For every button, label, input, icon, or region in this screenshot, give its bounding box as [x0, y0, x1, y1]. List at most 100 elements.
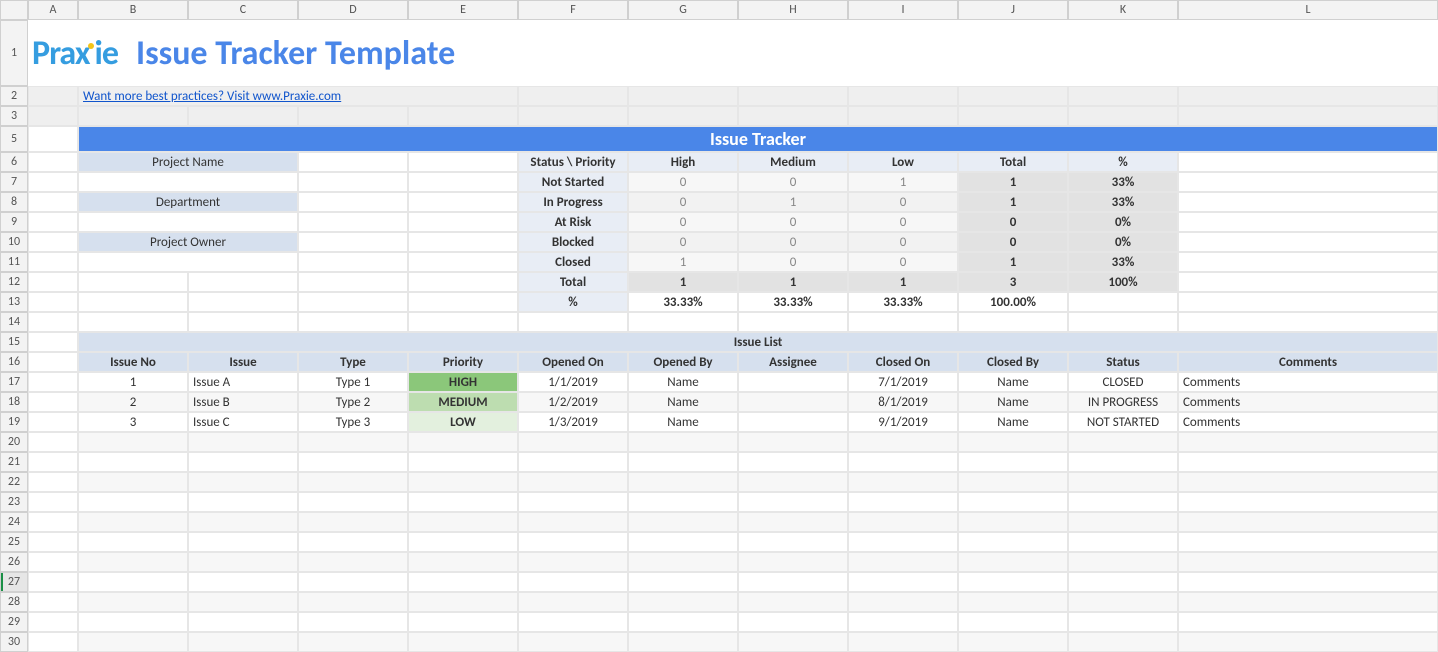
- empty-list-cell[interactable]: [628, 532, 738, 552]
- empty-list-cell[interactable]: [188, 572, 298, 592]
- summary-row-label[interactable]: At Risk: [518, 212, 628, 232]
- empty-list-cell[interactable]: [738, 452, 848, 472]
- issue-list-header[interactable]: Type: [298, 352, 408, 372]
- empty-list-cell[interactable]: [1178, 572, 1438, 592]
- empty-list-cell[interactable]: [848, 572, 958, 592]
- summary-col-header[interactable]: Total: [958, 152, 1068, 172]
- summary-cell[interactable]: 0: [848, 252, 958, 272]
- cell[interactable]: [1178, 272, 1438, 292]
- row-header-27[interactable]: 27: [0, 572, 28, 592]
- empty-list-cell[interactable]: [1178, 532, 1438, 552]
- empty-list-cell[interactable]: [738, 592, 848, 612]
- empty-list-cell[interactable]: [1178, 612, 1438, 632]
- cell[interactable]: [298, 192, 408, 212]
- cell[interactable]: [408, 252, 518, 272]
- row-header-21[interactable]: 21: [0, 452, 28, 472]
- cell[interactable]: [28, 272, 78, 292]
- empty-list-cell[interactable]: [848, 512, 958, 532]
- row-header-20[interactable]: 20: [0, 432, 28, 452]
- summary-col-header[interactable]: High: [628, 152, 738, 172]
- cell[interactable]: [28, 472, 78, 492]
- grey-cell[interactable]: [1068, 86, 1178, 106]
- empty-list-cell[interactable]: [848, 472, 958, 492]
- empty-list-cell[interactable]: [78, 452, 188, 472]
- issue-name[interactable]: Issue C: [188, 412, 298, 432]
- cell[interactable]: [298, 272, 408, 292]
- cell[interactable]: [28, 352, 78, 372]
- empty-list-cell[interactable]: [408, 512, 518, 532]
- empty-list-cell[interactable]: [1068, 512, 1178, 532]
- issue-list-header[interactable]: Issue No: [78, 352, 188, 372]
- cell[interactable]: [408, 312, 518, 332]
- empty-list-cell[interactable]: [1068, 572, 1178, 592]
- cell[interactable]: [1178, 252, 1438, 272]
- summary-col-header[interactable]: Low: [848, 152, 958, 172]
- issue-list-header[interactable]: Closed By: [958, 352, 1068, 372]
- row-header-11[interactable]: 11: [0, 252, 28, 272]
- empty-list-cell[interactable]: [848, 492, 958, 512]
- issue-list-title[interactable]: Issue List: [78, 332, 1438, 352]
- issue-list-header[interactable]: Closed On: [848, 352, 958, 372]
- row-header-9[interactable]: 9: [0, 212, 28, 232]
- empty-list-cell[interactable]: [958, 432, 1068, 452]
- cell[interactable]: [1178, 152, 1438, 172]
- empty-list-cell[interactable]: [518, 452, 628, 472]
- issue-priority[interactable]: LOW: [408, 412, 518, 432]
- grey-cell[interactable]: [628, 86, 738, 106]
- row-header-2[interactable]: 2: [0, 86, 28, 106]
- issue-list-header[interactable]: Priority: [408, 352, 518, 372]
- empty-list-cell[interactable]: [1068, 532, 1178, 552]
- cell[interactable]: [28, 412, 78, 432]
- empty-list-cell[interactable]: [518, 512, 628, 532]
- issue-no[interactable]: 2: [78, 392, 188, 412]
- empty-list-cell[interactable]: [78, 612, 188, 632]
- row-header-28[interactable]: 28: [0, 592, 28, 612]
- cell[interactable]: [28, 632, 78, 652]
- meta-label-department[interactable]: Department: [78, 192, 298, 212]
- summary-row-label[interactable]: Closed: [518, 252, 628, 272]
- cell[interactable]: [628, 312, 738, 332]
- summary-grand-pct[interactable]: 100%: [1068, 272, 1178, 292]
- empty-list-cell[interactable]: [188, 552, 298, 572]
- empty-list-cell[interactable]: [188, 512, 298, 532]
- issue-closed-by[interactable]: Name: [958, 372, 1068, 392]
- empty-list-cell[interactable]: [298, 432, 408, 452]
- empty-list-cell[interactable]: [958, 512, 1068, 532]
- col-header-E[interactable]: E: [408, 0, 518, 20]
- cell[interactable]: [28, 612, 78, 632]
- empty-list-cell[interactable]: [298, 632, 408, 652]
- col-header-K[interactable]: K: [1068, 0, 1178, 20]
- grey-cell[interactable]: [848, 106, 958, 126]
- cell[interactable]: [28, 212, 78, 232]
- empty-list-cell[interactable]: [958, 492, 1068, 512]
- summary-row-label[interactable]: Not Started: [518, 172, 628, 192]
- cell[interactable]: [28, 512, 78, 532]
- empty-list-cell[interactable]: [1178, 512, 1438, 532]
- empty-list-cell[interactable]: [1178, 552, 1438, 572]
- row-header-16[interactable]: 16: [0, 352, 28, 372]
- empty-list-cell[interactable]: [518, 472, 628, 492]
- issue-comments[interactable]: Comments: [1178, 412, 1438, 432]
- issue-priority[interactable]: MEDIUM: [408, 392, 518, 412]
- summary-total[interactable]: 1: [958, 252, 1068, 272]
- empty-list-cell[interactable]: [628, 632, 738, 652]
- issue-comments[interactable]: Comments: [1178, 392, 1438, 412]
- cell[interactable]: [28, 532, 78, 552]
- empty-list-cell[interactable]: [628, 492, 738, 512]
- empty-list-cell[interactable]: [78, 432, 188, 452]
- issue-comments[interactable]: Comments: [1178, 372, 1438, 392]
- issue-list-header[interactable]: Assignee: [738, 352, 848, 372]
- summary-cell[interactable]: 0: [628, 212, 738, 232]
- empty-list-cell[interactable]: [628, 512, 738, 532]
- issue-list-header[interactable]: Opened By: [628, 352, 738, 372]
- summary-cell[interactable]: 0: [848, 232, 958, 252]
- empty-list-cell[interactable]: [408, 432, 518, 452]
- cell[interactable]: [408, 172, 518, 192]
- col-header-C[interactable]: C: [188, 0, 298, 20]
- cell[interactable]: [1178, 312, 1438, 332]
- empty-list-cell[interactable]: [958, 632, 1068, 652]
- summary-pct-cell[interactable]: 33.33%: [738, 292, 848, 312]
- issue-closed-on[interactable]: 8/1/2019: [848, 392, 958, 412]
- empty-list-cell[interactable]: [628, 432, 738, 452]
- issue-opened-on[interactable]: 1/3/2019: [518, 412, 628, 432]
